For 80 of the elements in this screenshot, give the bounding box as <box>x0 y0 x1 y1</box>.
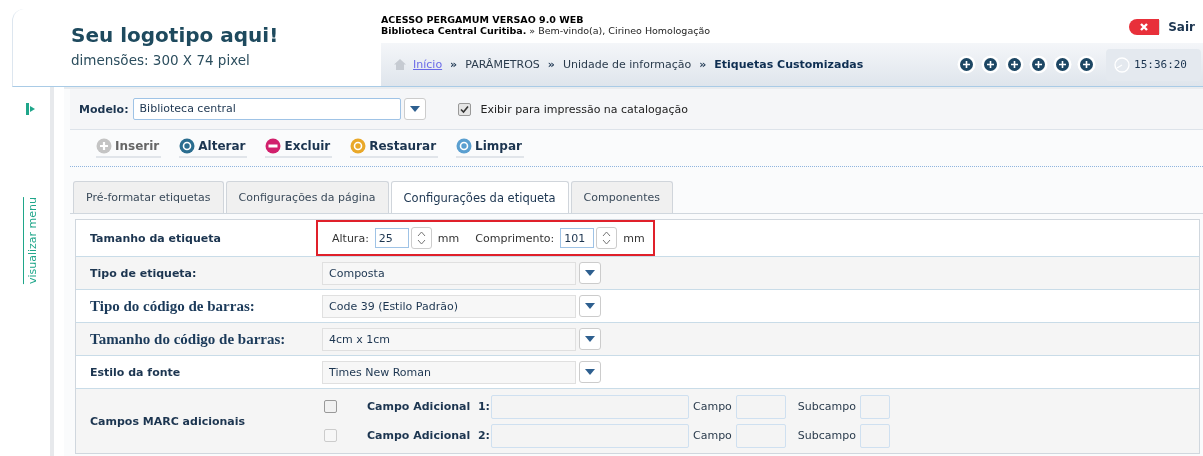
tab[interactable]: Pré-formatar etiquetas <box>73 181 224 213</box>
dropdown-button[interactable] <box>579 262 601 284</box>
model-label: Modelo: <box>79 102 129 116</box>
checkbox[interactable] <box>324 400 337 413</box>
dropdown-button[interactable] <box>579 328 601 350</box>
field-label: Campo <box>693 429 732 442</box>
spinner-icon[interactable] <box>410 227 432 249</box>
field-label: Subcampo <box>797 429 856 442</box>
unit-label: mm <box>437 231 460 245</box>
close-icon <box>1129 19 1160 35</box>
breadcrumb-text: PARÂMETROS <box>465 58 540 71</box>
toolbar-icon[interactable] <box>1053 55 1072 74</box>
breadcrumb-separator: » <box>699 58 707 71</box>
text-input[interactable] <box>735 423 786 448</box>
logo-subtitle: dimensões: 300 X 74 pixel <box>71 52 251 68</box>
tab[interactable]: Configurações da página <box>225 181 389 213</box>
sidebar-toggle-icon[interactable] <box>26 103 36 115</box>
print-option-label: Exibir para impressão na catalogação <box>480 102 688 116</box>
field-label: Campo Adicional 1: <box>367 400 491 413</box>
breadcrumb-link[interactable]: Início <box>413 58 443 71</box>
breadcrumb-separator: » <box>450 58 458 71</box>
toolbar-icon[interactable] <box>981 55 1000 74</box>
toolbar-icon[interactable] <box>957 55 976 74</box>
field-label: Tamanho da etiqueta <box>90 231 221 245</box>
field-label: Subcampo <box>797 400 856 413</box>
width-label: Comprimento: <box>475 231 555 245</box>
tab[interactable]: Configurações da etiqueta <box>390 181 569 213</box>
dropdown-button[interactable] <box>579 361 601 383</box>
field-label: Campo Adicional 2: <box>367 429 491 442</box>
select-field[interactable]: Times New Roman <box>322 360 576 384</box>
height-input[interactable]: 25 <box>374 228 409 248</box>
clear-button[interactable]: Limpar <box>456 138 524 158</box>
clear-icon <box>456 138 473 154</box>
restore-icon <box>350 138 367 154</box>
model-select[interactable]: Biblioteca central <box>132 98 401 120</box>
select-field[interactable]: 4cm x 1cm <box>322 327 576 351</box>
caret-icon <box>585 270 595 276</box>
welcome-text: » Bem-vindo(a), Cirineo Homologação <box>529 25 711 36</box>
print-checkbox[interactable] <box>457 102 471 116</box>
insert-icon <box>96 138 112 154</box>
caret-icon <box>585 369 595 375</box>
toolbar-icon[interactable] <box>1005 55 1024 74</box>
delete-icon <box>265 138 282 154</box>
breadcrumb-text: Etiquetas Customizadas <box>714 58 864 71</box>
text-input[interactable] <box>860 394 890 419</box>
system-title: ACESSO PERGAMUM VERSAO 9.0 WEB <box>381 14 585 25</box>
text-input[interactable] <box>491 423 689 448</box>
unit-label: mm <box>623 231 645 245</box>
toolbar-icon[interactable] <box>1077 55 1096 74</box>
select-field[interactable]: Composta <box>322 261 576 285</box>
dropdown-button[interactable] <box>579 295 601 317</box>
field-label: Campo <box>693 400 732 413</box>
tab[interactable]: Componentes <box>570 181 673 213</box>
toolbar-icon[interactable] <box>1029 55 1048 74</box>
clock-time: 15:36:20 <box>1134 58 1187 71</box>
logo-title: Seu logotipo aqui! <box>71 23 280 47</box>
caret-icon <box>585 303 595 309</box>
restore-button[interactable]: Restaurar <box>350 138 439 158</box>
text-input[interactable] <box>491 394 689 419</box>
breadcrumb-separator: » <box>547 58 555 71</box>
spinner-icon[interactable] <box>596 227 618 249</box>
breadcrumb-text: Unidade de informação <box>562 58 692 71</box>
height-label: Altura: <box>332 231 369 245</box>
caret-icon <box>585 336 595 342</box>
edit-button[interactable]: Alterar <box>179 138 248 158</box>
delete-button[interactable]: Excluir <box>265 138 333 158</box>
field-label: Campos MARC adicionais <box>90 414 246 428</box>
field-label: Tipo de etiqueta: <box>90 266 197 280</box>
field-label: Tamanho do código de barras: <box>90 330 286 348</box>
text-input[interactable] <box>860 423 890 448</box>
width-input[interactable]: 101 <box>560 228 595 248</box>
edit-icon <box>179 138 196 154</box>
text-input[interactable] <box>735 394 786 419</box>
field-label: Tipo do código de barras: <box>90 297 255 315</box>
caret-icon <box>409 106 420 112</box>
library-name: Biblioteca Central Curitiba. <box>381 25 527 36</box>
field-label: Estilo da fonte <box>90 365 181 379</box>
select-field[interactable]: Code 39 (Estilo Padrão) <box>322 294 576 318</box>
clock-icon <box>1114 56 1130 73</box>
dropdown-button[interactable] <box>403 98 426 120</box>
